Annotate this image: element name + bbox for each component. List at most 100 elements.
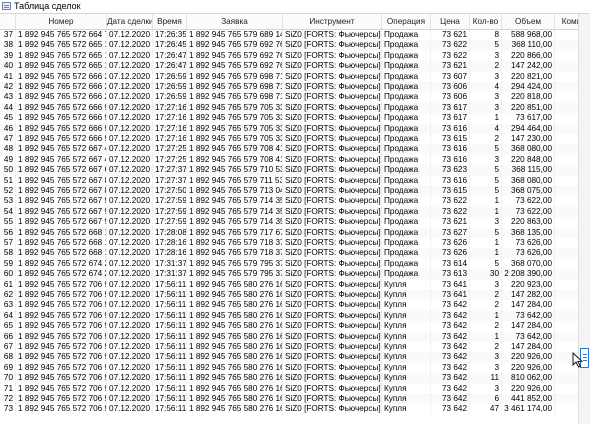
col-header-number[interactable]: Номер	[16, 14, 107, 29]
cell-volume: 73 622,00	[502, 196, 555, 207]
cell-commission	[555, 332, 578, 342]
cell-trade-time: 17:26:59	[155, 92, 187, 103]
cell-instrument: SiZ0 [FORTS: Фьючерсы]	[285, 175, 382, 186]
cell-trade-number: 1 892 945 765 572 666 217	[16, 92, 107, 103]
table-row[interactable]: 501 892 945 765 572 667 63607.12.202017:…	[0, 165, 578, 176]
table-row[interactable]: 651 892 945 765 572 706 92607.12.202017:…	[0, 321, 578, 332]
table-row[interactable]: 551 892 945 765 572 667 92307.12.202017:…	[0, 217, 578, 228]
table-row[interactable]: 461 892 945 765 572 666 97807.12.202017:…	[0, 123, 578, 134]
cell-volume: 810 062,00	[502, 373, 555, 384]
cell-volume: 368 110,00	[502, 40, 555, 51]
cell-operation: Продажа	[382, 248, 431, 259]
table-row[interactable]: 451 892 945 765 572 666 97707.12.202017:…	[0, 113, 578, 124]
cell-row-index: 69	[0, 362, 16, 374]
table-row[interactable]: 641 892 945 765 572 706 92507.12.202017:…	[0, 310, 578, 322]
table-row[interactable]: 431 892 945 765 572 666 21707.12.202017:…	[0, 92, 578, 103]
cell-row-index: 49	[0, 154, 16, 166]
cell-commission	[555, 290, 578, 300]
table-row[interactable]: 581 892 945 765 572 668 15507.12.202017:…	[0, 248, 578, 259]
table-row[interactable]: 511 892 945 765 572 667 81507.12.202017:…	[0, 175, 578, 186]
cell-instrument: SiZ0 [FORTS: Фьючерсы]	[285, 321, 382, 332]
cell-quantity: 3	[470, 352, 502, 363]
cell-commission	[555, 40, 578, 50]
cell-order-number: 1 892 945 765 580 276 162	[189, 331, 283, 342]
col-header-index[interactable]	[0, 14, 16, 29]
cell-operation: Продажа	[382, 238, 431, 249]
cell-trade-time: 17:56:11	[155, 310, 187, 322]
cell-operation: Продажа	[382, 269, 431, 280]
col-header-operation[interactable]: Операция	[382, 14, 431, 29]
table-row[interactable]: 681 892 945 765 572 706 92907.12.202017:…	[0, 352, 578, 363]
table-row[interactable]: 571 892 945 765 572 668 15407.12.202017:…	[0, 238, 578, 249]
cell-volume: 368 135,00	[502, 227, 555, 238]
cell-order-number: 1 892 945 765 580 276 162	[189, 352, 283, 363]
cell-trade-date: 07.12.2020	[107, 30, 153, 41]
cell-trade-number: 1 892 945 765 572 706 927	[16, 331, 107, 342]
cell-order-number: 1 892 945 765 580 276 162	[189, 373, 283, 384]
table-row[interactable]: 611 892 945 765 572 706 92207.12.202017:…	[0, 279, 578, 290]
table-row[interactable]: 601 892 945 765 572 674 26507.12.202017:…	[0, 269, 578, 280]
col-header-volume[interactable]: Объем	[502, 14, 555, 29]
cell-trade-time: 17:56:11	[155, 394, 187, 405]
cell-instrument: SiZ0 [FORTS: Фьючерсы]	[285, 373, 382, 384]
col-header-order[interactable]: Заявка	[187, 14, 283, 29]
cell-operation: Продажа	[382, 144, 431, 155]
col-header-date[interactable]: Дата сделки	[107, 14, 153, 29]
cell-order-number: 1 892 945 765 579 705 334	[189, 113, 283, 124]
cell-commission	[555, 311, 578, 321]
table-row[interactable]: 371 892 945 765 572 664 77707.12.202017:…	[0, 30, 578, 41]
cell-row-index: 71	[0, 383, 16, 394]
table-row[interactable]: 381 892 945 765 572 665 18907.12.202017:…	[0, 40, 578, 51]
table-row[interactable]: 411 892 945 765 572 666 21507.12.202017:…	[0, 71, 578, 82]
table-row[interactable]: 441 892 945 765 572 666 97607.12.202017:…	[0, 102, 578, 114]
table-row[interactable]: 471 892 945 765 572 666 97907.12.202017:…	[0, 134, 578, 145]
cell-order-number: 1 892 945 765 579 717 672	[189, 227, 283, 238]
table-row[interactable]: 561 892 945 765 572 668 10307.12.202017:…	[0, 227, 578, 238]
cell-trade-number: 1 892 945 765 572 667 921	[16, 196, 107, 207]
cell-trade-date: 07.12.2020	[107, 238, 153, 249]
cell-order-number: 1 892 945 765 580 276 162	[189, 321, 283, 332]
table-row[interactable]: 631 892 945 765 572 706 92407.12.202017:…	[0, 300, 578, 311]
cell-trade-time: 17:31:37	[155, 269, 187, 280]
cell-trade-time: 17:56:11	[155, 279, 187, 290]
col-header-quantity[interactable]: Кол-во	[470, 14, 502, 29]
window-title: Таблица сделок	[14, 1, 81, 11]
table-row[interactable]: 591 892 945 765 572 674 26407.12.202017:…	[0, 258, 578, 270]
cell-commission	[555, 342, 578, 352]
table-row[interactable]: 621 892 945 765 572 706 92307.12.202017:…	[0, 290, 578, 301]
table-row[interactable]: 481 892 945 765 572 667 47707.12.202017:…	[0, 144, 578, 155]
table-row[interactable]: 661 892 945 765 572 706 92707.12.202017:…	[0, 331, 578, 342]
cell-instrument: SiZ0 [FORTS: Фьючерсы]	[285, 279, 382, 290]
cell-trade-number: 1 892 945 765 572 664 777	[16, 30, 107, 41]
cell-trade-time: 17:27:37	[155, 165, 187, 176]
cell-trade-number: 1 892 945 765 572 706 922	[16, 279, 107, 290]
table-row[interactable]: 491 892 945 765 572 667 47807.12.202017:…	[0, 154, 578, 166]
table-row[interactable]: 721 892 945 765 572 706 93307.12.202017:…	[0, 394, 578, 405]
table-row[interactable]: 391 892 945 765 572 665 19007.12.202017:…	[0, 50, 578, 62]
table-row[interactable]: 531 892 945 765 572 667 92107.12.202017:…	[0, 196, 578, 207]
table-row[interactable]: 711 892 945 765 572 706 93207.12.202017:…	[0, 383, 578, 394]
table-row[interactable]: 731 892 945 765 572 706 93407.12.202017:…	[0, 404, 578, 415]
cell-row-index: 62	[0, 290, 16, 301]
table-row[interactable]: 401 892 945 765 572 665 19107.12.202017:…	[0, 61, 578, 72]
cell-price: 73 642	[431, 394, 470, 405]
cell-price: 73 626	[431, 248, 470, 259]
col-header-time[interactable]: Время	[153, 14, 187, 29]
cell-instrument: SiZ0 [FORTS: Фьючерсы]	[285, 383, 382, 394]
cell-order-number: 1 892 945 765 579 718 375	[189, 238, 283, 249]
cell-order-number: 1 892 945 765 580 276 162	[189, 383, 283, 394]
col-header-price[interactable]: Цена	[431, 14, 470, 29]
cell-order-number: 1 892 945 765 579 705 334	[189, 123, 283, 134]
cell-trade-time: 17:27:59	[155, 196, 187, 207]
cell-trade-time: 17:56:11	[155, 352, 187, 363]
table-row[interactable]: 701 892 945 765 572 706 93107.12.202017:…	[0, 373, 578, 384]
col-header-instrument[interactable]: Инструмент	[283, 14, 382, 29]
cell-quantity: 2	[470, 61, 502, 72]
table-row[interactable]: 541 892 945 765 572 667 92207.12.202017:…	[0, 206, 578, 218]
table-row[interactable]: 671 892 945 765 572 706 92807.12.202017:…	[0, 342, 578, 353]
table-row[interactable]: 421 892 945 765 572 666 21607.12.202017:…	[0, 82, 578, 93]
cell-instrument: SiZ0 [FORTS: Фьючерсы]	[285, 71, 382, 82]
cell-quantity: 1	[470, 206, 502, 218]
table-row[interactable]: 691 892 945 765 572 706 93007.12.202017:…	[0, 362, 578, 374]
table-row[interactable]: 521 892 945 765 572 667 81607.12.202017:…	[0, 186, 578, 197]
